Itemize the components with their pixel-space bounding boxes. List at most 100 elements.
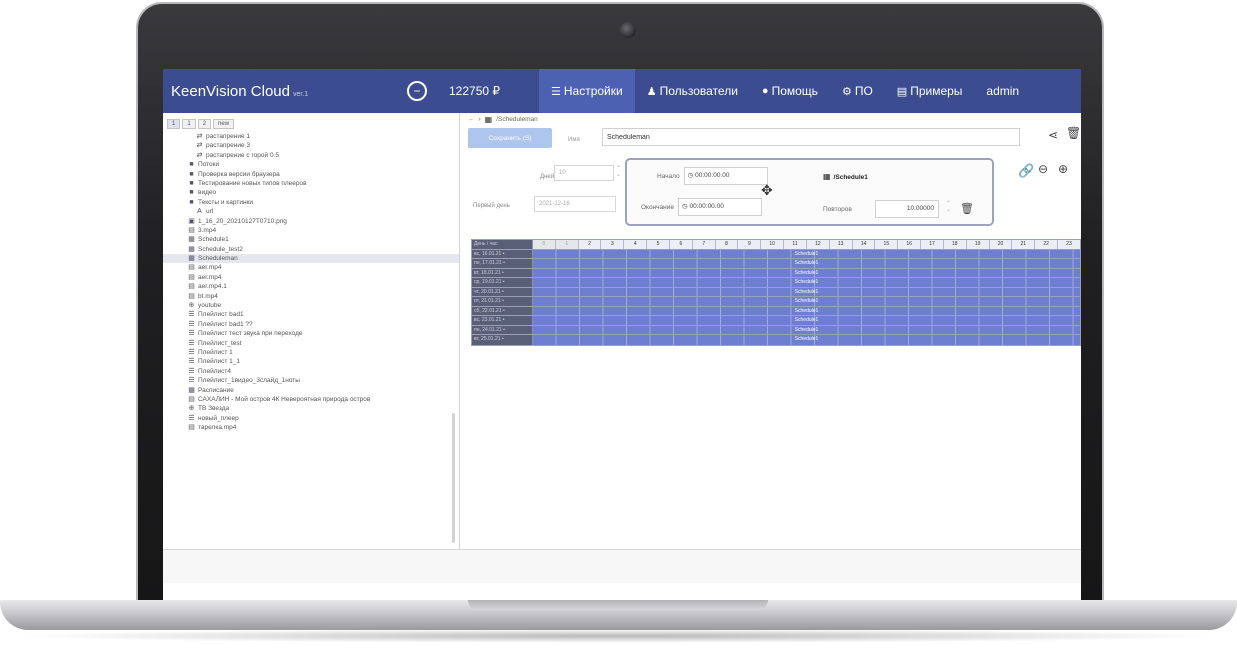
account-balance: 122750 ₽ (449, 84, 501, 98)
tree-item[interactable]: ▤ aer.mp4 (163, 263, 459, 272)
name-input[interactable] (602, 128, 1020, 146)
zoom-in-icon[interactable]: ⊕ (1058, 163, 1068, 175)
sidebar-tab-1[interactable]: 1 (182, 119, 196, 129)
tree-item[interactable]: ☰ Плейлист 1_1 (163, 357, 459, 366)
day-label: вт, 18.01.21 • (472, 268, 533, 277)
delete-slot-icon[interactable]: 🗑 (960, 202, 974, 215)
share-icon[interactable]: ⋖ (1048, 129, 1058, 141)
tree-item-icon: ☰ (188, 358, 195, 366)
collapse-sidebar-button[interactable]: − (407, 81, 427, 101)
tree-item[interactable]: ▤ bt.mp4 (163, 292, 459, 301)
tree-item[interactable]: ⊕ ТВ Звезда (163, 404, 459, 413)
tree-item-icon: ☰ (188, 320, 195, 328)
tree-item-label: Scheduleman (198, 255, 238, 263)
tree-item[interactable]: ⇄ растапрение 1 (163, 132, 459, 141)
tree-item[interactable]: ■ Тексты и картинки (163, 198, 459, 207)
tree-item-icon: ■ (189, 179, 194, 187)
schedule-slot[interactable]: Schedule1 (533, 297, 1080, 306)
back-arrow-icon[interactable]: ← (468, 116, 475, 123)
app-logo[interactable]: KeenVision Cloud ver.1 (163, 83, 393, 100)
app-screen: KeenVision Cloud ver.1 − 122750 ₽ ☰ Настро… (163, 69, 1081, 600)
tree-item[interactable]: ☰ Плейлист bad1 (163, 310, 459, 319)
sidebar-tab-2[interactable]: 2 (197, 119, 212, 129)
tree-item-icon: ☰ (188, 348, 195, 356)
menu-item-5[interactable]: admin (974, 69, 1031, 113)
day-label: вс, 16.01.21 • (472, 249, 533, 258)
menu-item-4[interactable]: ▤ Примеры (885, 69, 975, 113)
schedule-slot[interactable]: Schedule1 (533, 335, 1080, 345)
tree-item[interactable]: ▤ aer.mp4.1 (163, 282, 459, 291)
tree-item[interactable]: ▦ Schedule1 (163, 235, 459, 244)
tree-item[interactable]: ▦ Расписание (163, 386, 459, 395)
menu-item-0[interactable]: ☰ Настройки (539, 69, 635, 113)
tree-item[interactable]: ☰ новый_плеер (163, 414, 459, 423)
tree-item-icon: ⇄ (196, 151, 203, 159)
tree-item[interactable]: ▤ тарелка.mp4 (163, 423, 459, 432)
sidebar-tabs: 1 1 2 new (163, 113, 459, 129)
repeat-spinner-icon[interactable]: ⌃ ⌄ (946, 201, 951, 213)
save-button[interactable]: Сохранить (S) (468, 128, 552, 148)
tree-item[interactable]: ▦ Schedule_test2 (163, 245, 459, 254)
tree-item-icon: ☰ (188, 330, 195, 338)
tree-item[interactable]: Aurl (163, 207, 459, 216)
tree-item[interactable]: ▤ aer.mp4 (163, 273, 459, 282)
tree-item[interactable]: ■ Тестирование новых типов плееров (163, 179, 459, 188)
tree-item-icon: ⇄ (196, 133, 203, 140)
repeat-input[interactable]: 10.00000 (875, 200, 939, 218)
tree-item-label: Schedule_test2 (198, 245, 243, 253)
sidebar-scrollbar[interactable] (452, 413, 455, 543)
link-icon[interactable]: 🔗 (1018, 164, 1034, 177)
days-spinner-icon[interactable]: ⌃ ⌄ (616, 166, 621, 178)
end-time-input[interactable]: ◷ 00:00:00.00 (678, 198, 763, 216)
schedule-slot[interactable]: Schedule1 (533, 268, 1080, 277)
tree-item[interactable]: ▤ САХАЛИН - Мой остров 4К Невероятная при… (163, 395, 459, 404)
tree-item[interactable]: ☰ Плейлист_1видео_3слайд_1ноты (163, 376, 459, 385)
tree-item[interactable]: ■ Потоки (163, 160, 459, 169)
tree-item[interactable]: ⇄ растапрение 3 (163, 141, 459, 150)
tree-item[interactable]: ☰ Плейлист тест звука при переходе (163, 329, 459, 338)
hour-cell: 10 (761, 240, 785, 249)
trash-icon[interactable]: 🗑 (1066, 127, 1081, 139)
grid-day-row: вт, 25.01.21 • Schedule1 (472, 335, 1080, 345)
schedule-slot[interactable]: Schedule1 (533, 249, 1080, 258)
tree-item[interactable]: ⇄ растапрение с горой 0.5 (163, 151, 459, 160)
start-time-input[interactable]: ◷ 00:00:00.00 (683, 167, 768, 185)
first-day-input[interactable]: 2021-12-16 (534, 196, 616, 212)
zoom-out-icon[interactable]: ⊖ (1038, 163, 1048, 175)
tree-item[interactable]: ■ видео (163, 188, 459, 197)
tree-item[interactable]: ■ Проверка версии браузера (163, 170, 459, 179)
hour-cell: 19 (967, 240, 990, 249)
schedule-grid: День / час 0 1 2 3 4 5 6 7 8 9 10 11 12 13 14 15 16 17 18 19… (471, 239, 1081, 346)
tree-item[interactable]: ⊕ youtube (163, 301, 459, 310)
schedule-slot[interactable]: Schedule1 (533, 316, 1080, 325)
schedule-slot[interactable]: Schedule1 (533, 306, 1080, 315)
schedule-reference[interactable]: ▦/Schedule1 (823, 172, 868, 181)
tree-item[interactable]: ☰ Плейлист bad1 ?? (163, 320, 459, 329)
tree-item[interactable]: ☰ Плейлист 1 (163, 348, 459, 357)
tree-item[interactable]: ▣ 1_16_20_20210127T0710.png (163, 217, 459, 226)
schedule-slot[interactable]: Schedule1 (533, 287, 1080, 296)
hour-cell: 13 (830, 240, 853, 249)
repeat-label: Повторов (823, 206, 852, 213)
sidebar-tab-0[interactable]: 1 (167, 119, 181, 129)
tree-item[interactable]: ▤ 3.mp4 (163, 226, 459, 235)
breadcrumb-title: /Scheduleman (496, 116, 538, 123)
hour-cell: 14 (853, 240, 876, 249)
tree-item[interactable]: ☰ Плейлист4 (163, 367, 459, 376)
tree-item[interactable]: ▦ Scheduleman (163, 254, 459, 264)
hour-cell: 23 (1066, 241, 1072, 247)
move-icon[interactable]: ✥ (761, 182, 773, 199)
name-label: Имя (568, 137, 580, 143)
menu-item-1[interactable]: ♟ Пользователи (635, 69, 750, 113)
days-input[interactable]: 10 (554, 165, 614, 181)
tree-item-label: bt.mp4 (198, 292, 218, 300)
sidebar-tab-3[interactable]: new (213, 119, 235, 129)
schedule-slot[interactable]: Schedule1 (533, 325, 1080, 334)
tree-item[interactable]: ☰ Плейлист_test (163, 339, 459, 348)
menu-item-3[interactable]: ⚙ ПО (830, 69, 885, 113)
tree-item-icon: ⊕ (188, 405, 195, 413)
menu-item-label: Примеры (910, 84, 963, 98)
schedule-slot[interactable]: Schedule1 (533, 259, 1080, 268)
menu-item-2[interactable]: ● Помощь (750, 69, 830, 113)
schedule-slot[interactable]: Schedule1 (533, 278, 1080, 287)
